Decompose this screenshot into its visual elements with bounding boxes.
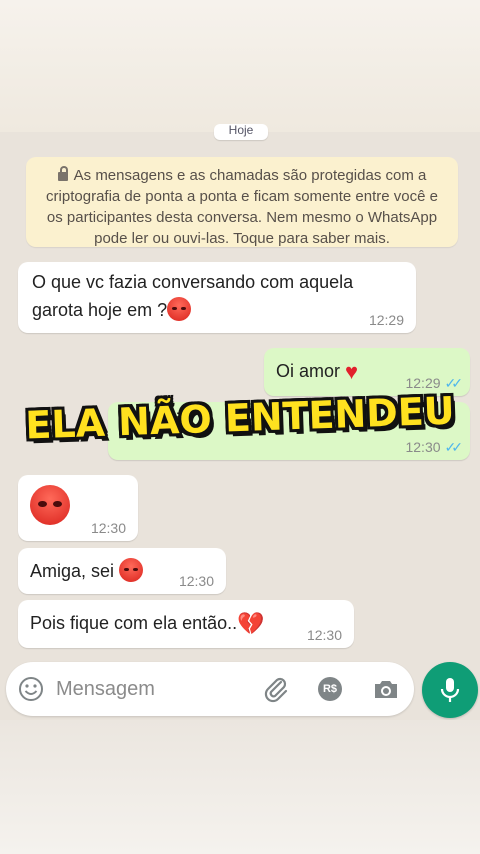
payment-icon[interactable]: R$: [318, 677, 342, 701]
message-time: 12:29: [368, 312, 404, 328]
encryption-notice-text: As mensagens e as chamadas são protegida…: [46, 167, 438, 247]
read-ticks-icon: ✓✓: [444, 439, 464, 455]
top-blurred-area: [0, 0, 480, 132]
message-text: O que vc fazia conversando com aquela gar…: [32, 272, 354, 321]
camera-icon[interactable]: [372, 676, 400, 702]
bottom-blurred-area: [0, 720, 480, 854]
angry-face-icon: [30, 485, 70, 525]
date-chip: Hoje: [214, 124, 268, 140]
message-time: 12:30 ✓✓: [405, 439, 464, 455]
encryption-notice[interactable]: As mensagens e as chamadas são protegida…: [26, 157, 458, 247]
message-input[interactable]: Mensagem: [56, 678, 155, 701]
payment-label: R$: [322, 683, 338, 695]
message-bubble-incoming[interactable]: Amiga, sei 12:30: [18, 548, 226, 594]
red-heart-icon: ♥: [345, 359, 359, 384]
angry-face-icon: [119, 558, 144, 582]
mic-icon: [440, 678, 460, 702]
message-bubble-incoming[interactable]: 12:30: [18, 475, 138, 541]
attach-icon[interactable]: [262, 675, 290, 703]
broken-heart-icon: 💔: [237, 611, 265, 636]
message-text: Amiga, sei: [30, 561, 115, 581]
message-time: 12:30: [178, 573, 214, 589]
angry-face-icon: [167, 297, 192, 321]
message-time: 12:30: [306, 627, 342, 643]
emoji-icon[interactable]: [18, 676, 44, 702]
message-time: 12:30: [90, 520, 126, 536]
lock-icon: [57, 166, 68, 181]
message-text: Oi amor: [276, 361, 341, 381]
message-composer[interactable]: Mensagem R$: [6, 662, 414, 716]
message-bubble-incoming[interactable]: O que vc fazia conversando com aquela gar…: [18, 262, 416, 333]
mic-button[interactable]: [422, 662, 478, 718]
message-text: Pois fique com ela então..: [30, 613, 238, 633]
message-bubble-incoming[interactable]: Pois fique com ela então..💔 12:30: [18, 600, 354, 648]
